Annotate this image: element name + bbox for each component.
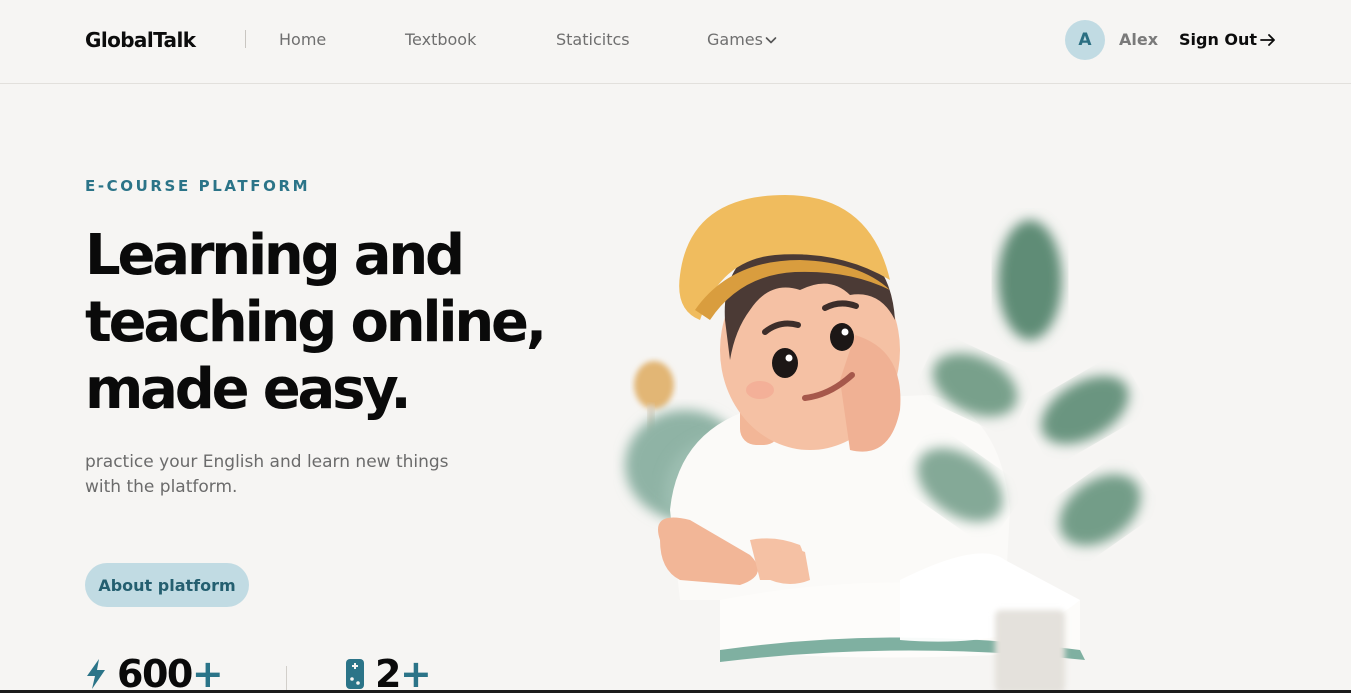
headline-line: Learning and — [85, 223, 465, 288]
nav-games-dropdown[interactable]: Games — [707, 30, 777, 49]
user-name: Alex — [1119, 30, 1159, 49]
stat-value: 600+ — [117, 652, 224, 693]
user-avatar[interactable]: A — [1065, 20, 1105, 60]
stat-divider — [286, 666, 287, 693]
boy-reading-illustration — [625, 195, 1141, 693]
site-logo[interactable]: GlobalTalk — [85, 28, 196, 52]
top-navbar: GlobalTalk Home Textbook Staticitcs Game… — [0, 0, 1351, 84]
headline-line: teaching online, — [85, 290, 547, 355]
arrow-right-icon — [1260, 33, 1275, 46]
gamepad-icon — [346, 659, 364, 689]
stat-games: 2+ — [345, 652, 432, 693]
nav-home[interactable]: Home — [279, 30, 326, 49]
sign-out-label: Sign Out — [1179, 30, 1258, 49]
hero-eyebrow: E-COURSE PLATFORM — [85, 177, 311, 195]
logo-divider — [245, 30, 246, 48]
hero-subtitle: practice your English and learn new thin… — [85, 452, 449, 497]
sign-out-button[interactable]: Sign Out — [1179, 30, 1276, 49]
nav-textbook[interactable]: Textbook — [405, 30, 476, 49]
chevron-down-icon — [765, 36, 777, 43]
hero-headline: Learning and teaching online, made easy. — [85, 222, 605, 423]
headline-line: made easy. — [85, 357, 412, 422]
lightning-icon — [87, 659, 105, 689]
nav-games-label: Games — [707, 30, 763, 49]
stat-value: 2+ — [375, 652, 432, 693]
stat-words: 600+ — [85, 652, 224, 693]
about-platform-button[interactable]: About platform — [85, 563, 249, 607]
nav-statistics[interactable]: Staticitcs — [556, 30, 630, 49]
